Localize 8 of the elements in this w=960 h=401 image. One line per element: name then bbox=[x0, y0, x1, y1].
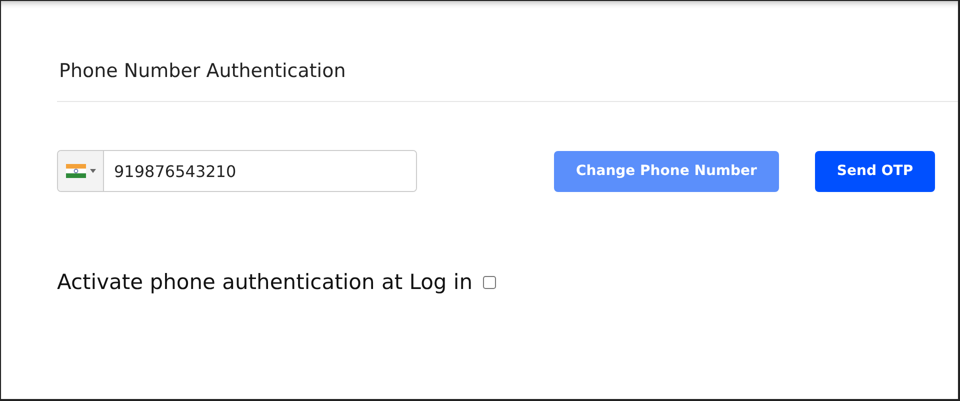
send-otp-button[interactable]: Send OTP bbox=[814, 150, 936, 192]
activation-checkbox[interactable] bbox=[482, 276, 496, 288]
phone-field[interactable]: 919876543210 bbox=[57, 150, 417, 192]
caret-icon bbox=[90, 169, 96, 173]
flag-icon bbox=[66, 164, 86, 178]
section-title: Phone Number Authentication bbox=[58, 59, 347, 84]
activation-label: Activate phone authentication at Log in bbox=[57, 270, 473, 294]
country-selector[interactable] bbox=[58, 151, 104, 191]
